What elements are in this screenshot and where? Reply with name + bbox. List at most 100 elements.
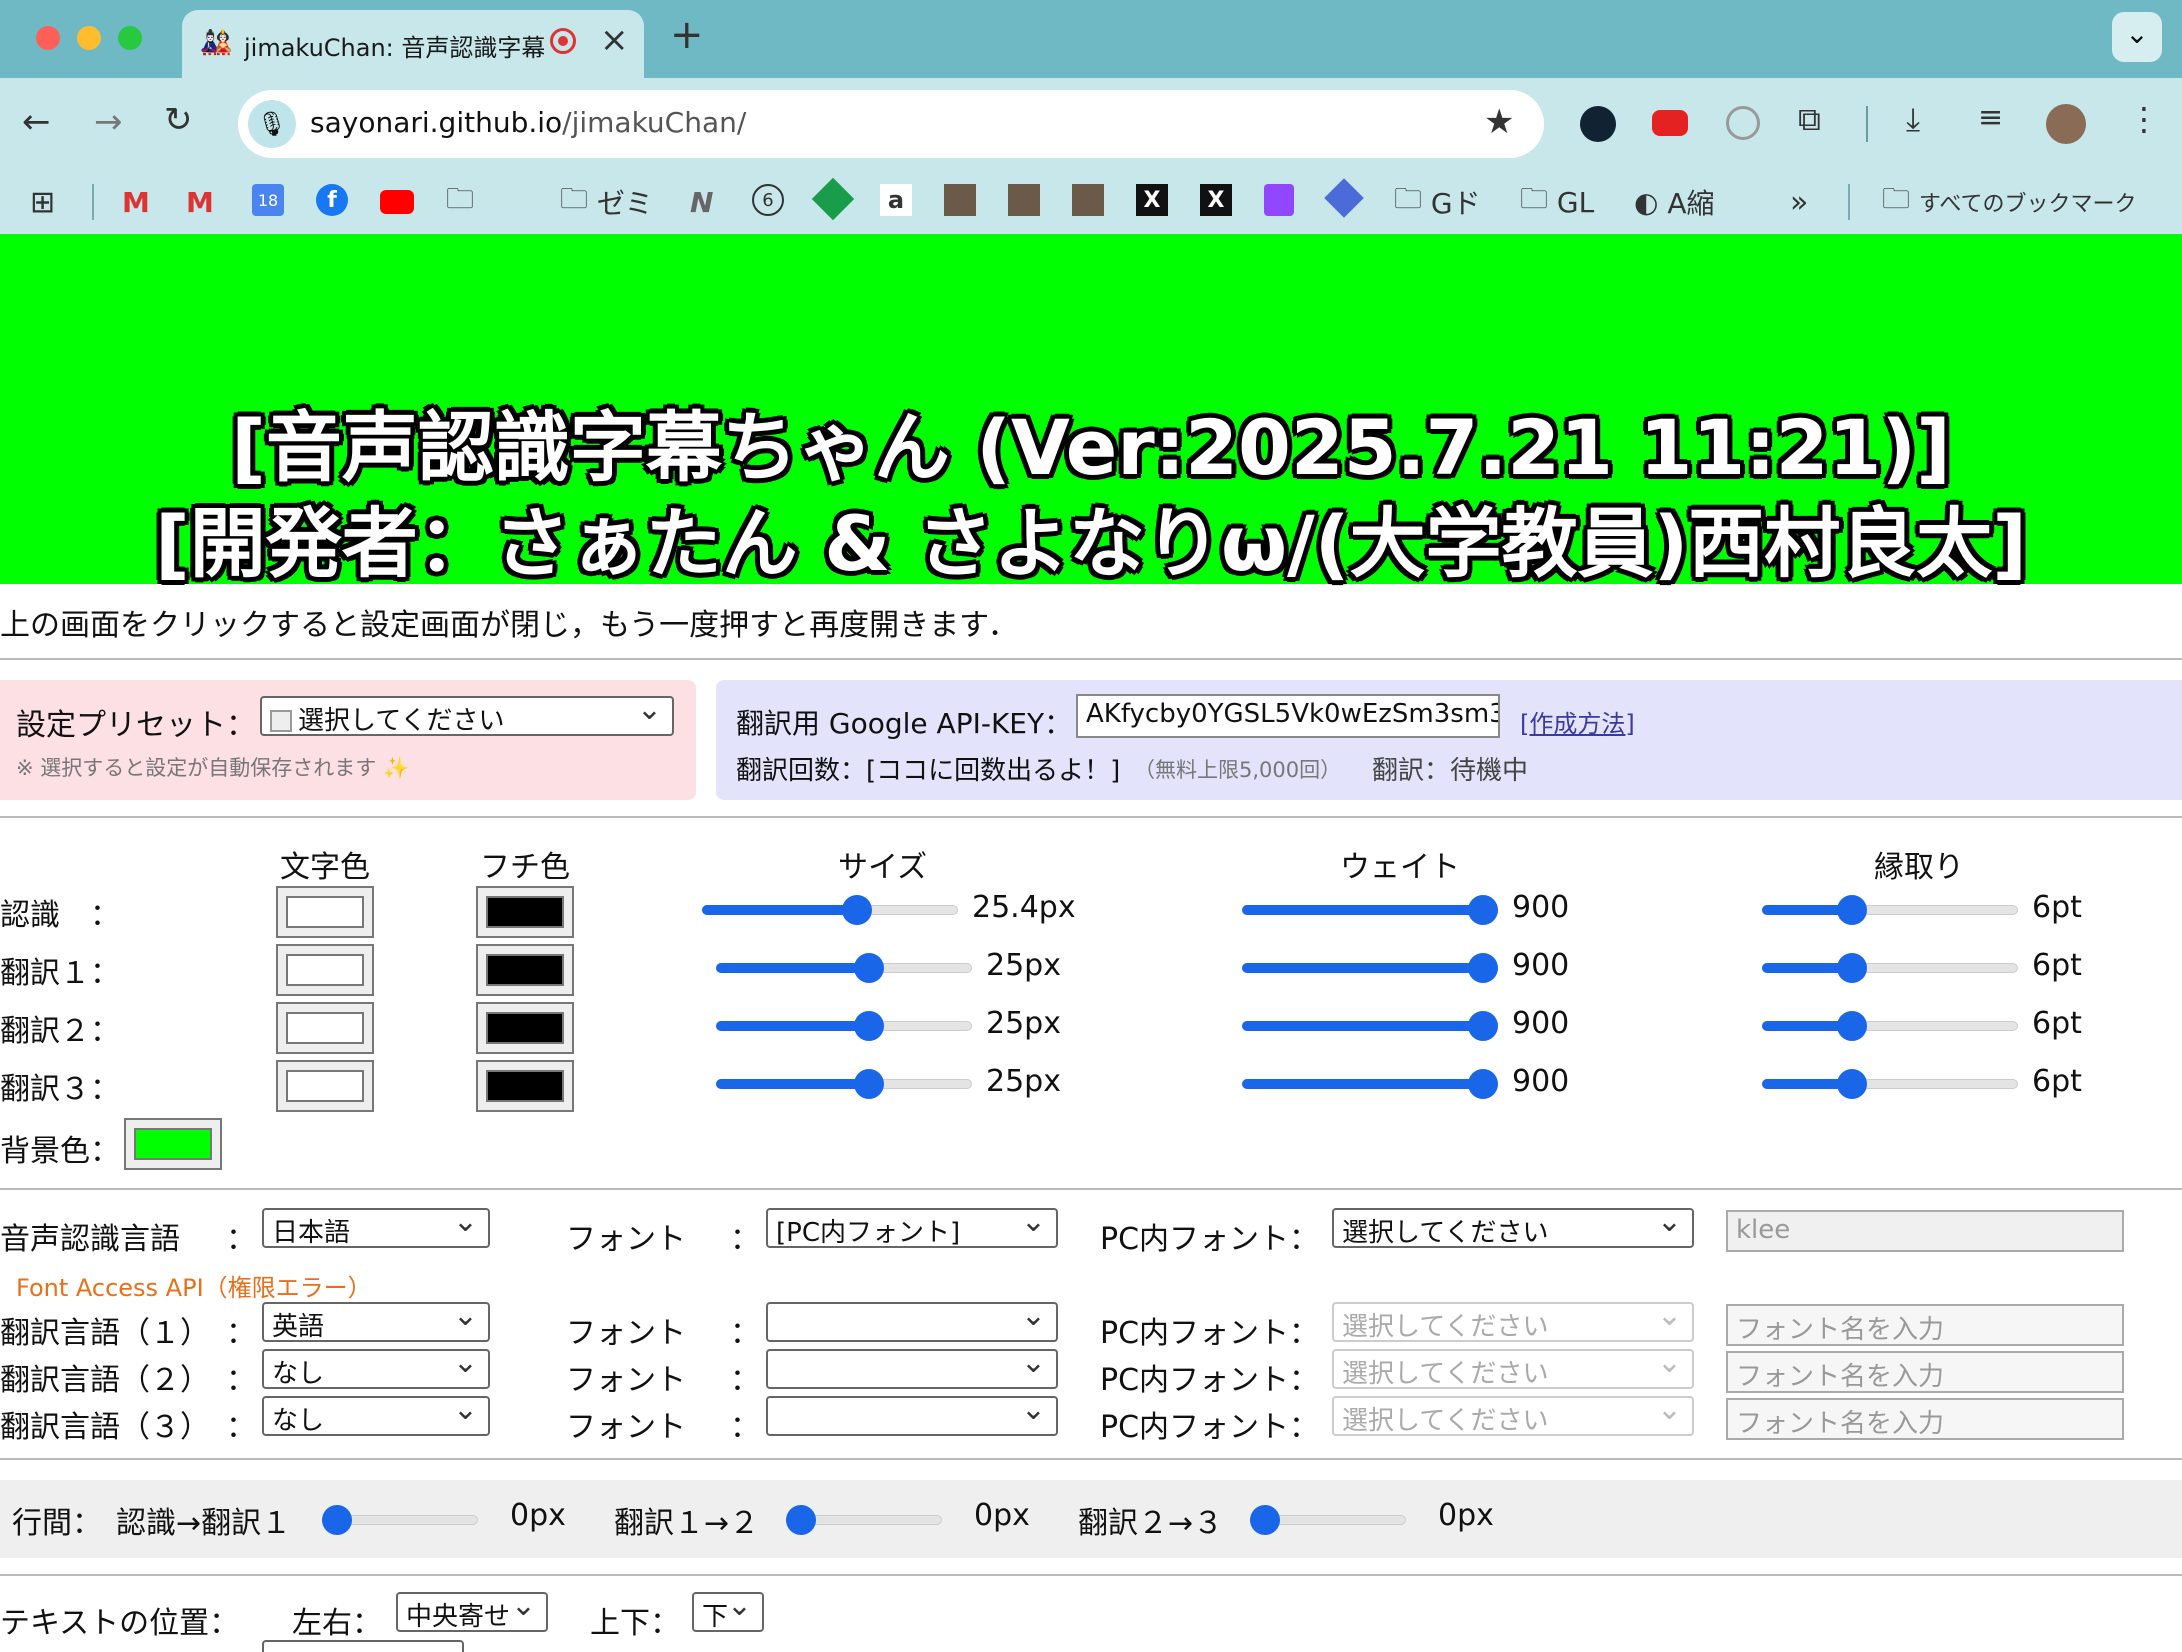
folder-gl-icon[interactable]: 🗀 GL	[1520, 182, 1594, 220]
weight-slider[interactable]	[1242, 950, 1498, 986]
size-slider[interactable]	[716, 1066, 972, 1102]
forward-icon[interactable]: →	[94, 102, 123, 142]
tab-title: jimakuChan: 音声認識字幕ち	[244, 34, 544, 62]
size-slider[interactable]	[716, 950, 972, 986]
outline-slider[interactable]	[1762, 1008, 2018, 1044]
media-control-icon[interactable]: ≡	[1978, 100, 2003, 135]
font-select[interactable]: [PC内フォント]	[766, 1208, 1058, 1248]
text-color-picker[interactable]	[276, 1060, 374, 1112]
translation-language-select[interactable]: 英語	[262, 1302, 490, 1342]
outline-slider[interactable]	[1762, 1066, 2018, 1102]
profile-avatar[interactable]	[2046, 104, 2086, 144]
tab-close-icon[interactable]: ×	[600, 20, 629, 60]
background-color-picker[interactable]	[124, 1118, 222, 1170]
profile-bm-3-icon[interactable]	[1072, 184, 1104, 216]
feedly-icon[interactable]	[811, 177, 855, 221]
notion-icon[interactable]: N	[690, 184, 713, 220]
border-color-picker[interactable]	[476, 886, 574, 938]
text-color-picker[interactable]	[276, 944, 374, 996]
back-icon[interactable]: ←	[22, 102, 51, 142]
reload-icon[interactable]: ↻	[164, 100, 193, 140]
text-color-picker[interactable]	[276, 1002, 374, 1054]
maximize-window-icon[interactable]	[118, 26, 142, 50]
profile-bm-1-icon[interactable]	[944, 184, 976, 216]
spacing-1-slider[interactable]	[322, 1502, 478, 1538]
extension-globe-icon[interactable]	[1580, 106, 1616, 142]
font-select[interactable]	[766, 1396, 1058, 1436]
spacing-3-slider[interactable]	[1250, 1502, 1406, 1538]
download-icon[interactable]: ⤓	[1906, 100, 1920, 139]
all-bookmarks-folder-icon[interactable]: 🗀 すべてのブックマーク	[1882, 182, 2137, 220]
pc-font-select[interactable]: 選択してください	[1332, 1208, 1694, 1248]
font-name-input[interactable]: フォント名を入力	[1726, 1304, 2124, 1346]
globe-a-shuku-icon[interactable]: ◐ A縮	[1634, 184, 1715, 221]
border-color-picker[interactable]	[476, 1060, 574, 1112]
gmail-icon[interactable]: M	[122, 184, 150, 220]
bookmark-zemi: ゼミ	[596, 187, 653, 220]
font-name-input[interactable]: フォント名を入力	[1726, 1351, 2124, 1393]
next-row-select[interactable]	[262, 1640, 464, 1652]
preset-select[interactable]: 選択してください	[260, 696, 674, 736]
folder-icon[interactable]: 🗀	[446, 182, 474, 220]
how-to-create-link[interactable]: [作成方法]	[1520, 704, 1635, 739]
folder-zemi-icon[interactable]: 🗀 ゼミ	[560, 182, 653, 220]
text-position-label: テキストの位置：	[0, 1606, 240, 1641]
weight-slider[interactable]	[1242, 1066, 1498, 1102]
pc-font-select[interactable]: 選択してください	[1332, 1302, 1694, 1342]
spacing-2-slider[interactable]	[786, 1502, 942, 1538]
translation-language-select[interactable]: なし	[262, 1349, 490, 1389]
line-spacing-label: 行間：	[12, 1506, 102, 1541]
x-twitter-icon[interactable]: X	[1136, 184, 1168, 216]
calendar-icon[interactable]: 18	[252, 184, 284, 216]
address-bar[interactable]: 🎙 sayonari.github.io/jimakuChan/ ★	[238, 90, 1544, 158]
browser-titlebar: 🎎 jimakuChan: 音声認識字幕ち × + ⌄	[0, 0, 2182, 78]
folder-gd-icon[interactable]: 🗀 Gド	[1394, 182, 1481, 220]
puzzle-extensions-icon[interactable]: ⧉	[1798, 100, 1821, 139]
spacing-3-label: 翻訳２→３	[1078, 1506, 1224, 1541]
font-select[interactable]	[766, 1349, 1058, 1389]
text-color-picker[interactable]	[276, 886, 374, 938]
tab-search-icon[interactable]: ⌄	[2112, 12, 2162, 62]
youtube-extension-icon[interactable]	[1652, 110, 1688, 136]
outline-slider[interactable]	[1762, 892, 2018, 928]
size-slider[interactable]	[716, 1008, 972, 1044]
horizontal-align-select[interactable]: 中央寄せ	[396, 1592, 548, 1632]
facebook-icon[interactable]: f	[316, 184, 348, 216]
vertical-align-select[interactable]: 下	[692, 1592, 764, 1632]
weight-slider[interactable]	[1242, 892, 1498, 928]
border-color-picker[interactable]	[476, 944, 574, 996]
recognition-language-select[interactable]: 日本語	[262, 1208, 490, 1248]
profile-bm-2-icon[interactable]	[1008, 184, 1040, 216]
extension-6-icon[interactable]: 6	[752, 184, 784, 216]
api-key-input[interactable]: AKfycby0YGSL5Vk0wEzSm3sm38	[1076, 694, 1500, 738]
menu-kebab-icon[interactable]: ⋮	[2128, 100, 2160, 138]
bookmark-star-icon[interactable]: ★	[1484, 102, 1514, 142]
x-twitter-2-icon[interactable]: X	[1200, 184, 1232, 216]
close-window-icon[interactable]	[36, 26, 60, 50]
border-color-picker[interactable]	[476, 1002, 574, 1054]
recognition-language-value: 日本語	[272, 1218, 351, 1248]
minimize-window-icon[interactable]	[77, 26, 101, 50]
new-tab-button[interactable]: +	[670, 12, 704, 58]
font-name-input[interactable]: フォント名を入力	[1726, 1398, 2124, 1440]
pc-font-select[interactable]: 選択してください	[1332, 1349, 1694, 1389]
amazon-icon[interactable]: a	[880, 184, 912, 216]
microphone-icon[interactable]: 🎙	[248, 100, 296, 148]
extension-icon[interactable]	[1726, 106, 1760, 140]
diamond-icon[interactable]	[1324, 178, 1364, 218]
pc-font-select[interactable]: 選択してください	[1332, 1396, 1694, 1436]
subtitle-preview-banner[interactable]: [音声認識字幕ちゃん (Ver:2025.7.21 11:21)] [開発者：さ…	[0, 234, 2182, 588]
size-value: 25px	[986, 948, 1061, 983]
apps-grid-icon[interactable]: ⊞	[30, 184, 55, 220]
twitch-icon[interactable]	[1264, 184, 1294, 216]
browser-tab[interactable]: 🎎 jimakuChan: 音声認識字幕ち ×	[182, 10, 644, 78]
size-slider[interactable]	[702, 892, 958, 928]
youtube-icon[interactable]	[380, 190, 414, 214]
translation-language-select[interactable]: なし	[262, 1396, 490, 1436]
font-select[interactable]	[766, 1302, 1058, 1342]
outline-slider[interactable]	[1762, 950, 2018, 986]
bookmarks-more-icon[interactable]: »	[1790, 184, 1808, 220]
font-name-input[interactable]: klee	[1726, 1210, 2124, 1252]
weight-slider[interactable]	[1242, 1008, 1498, 1044]
gmail-2-icon[interactable]: M	[186, 184, 214, 220]
